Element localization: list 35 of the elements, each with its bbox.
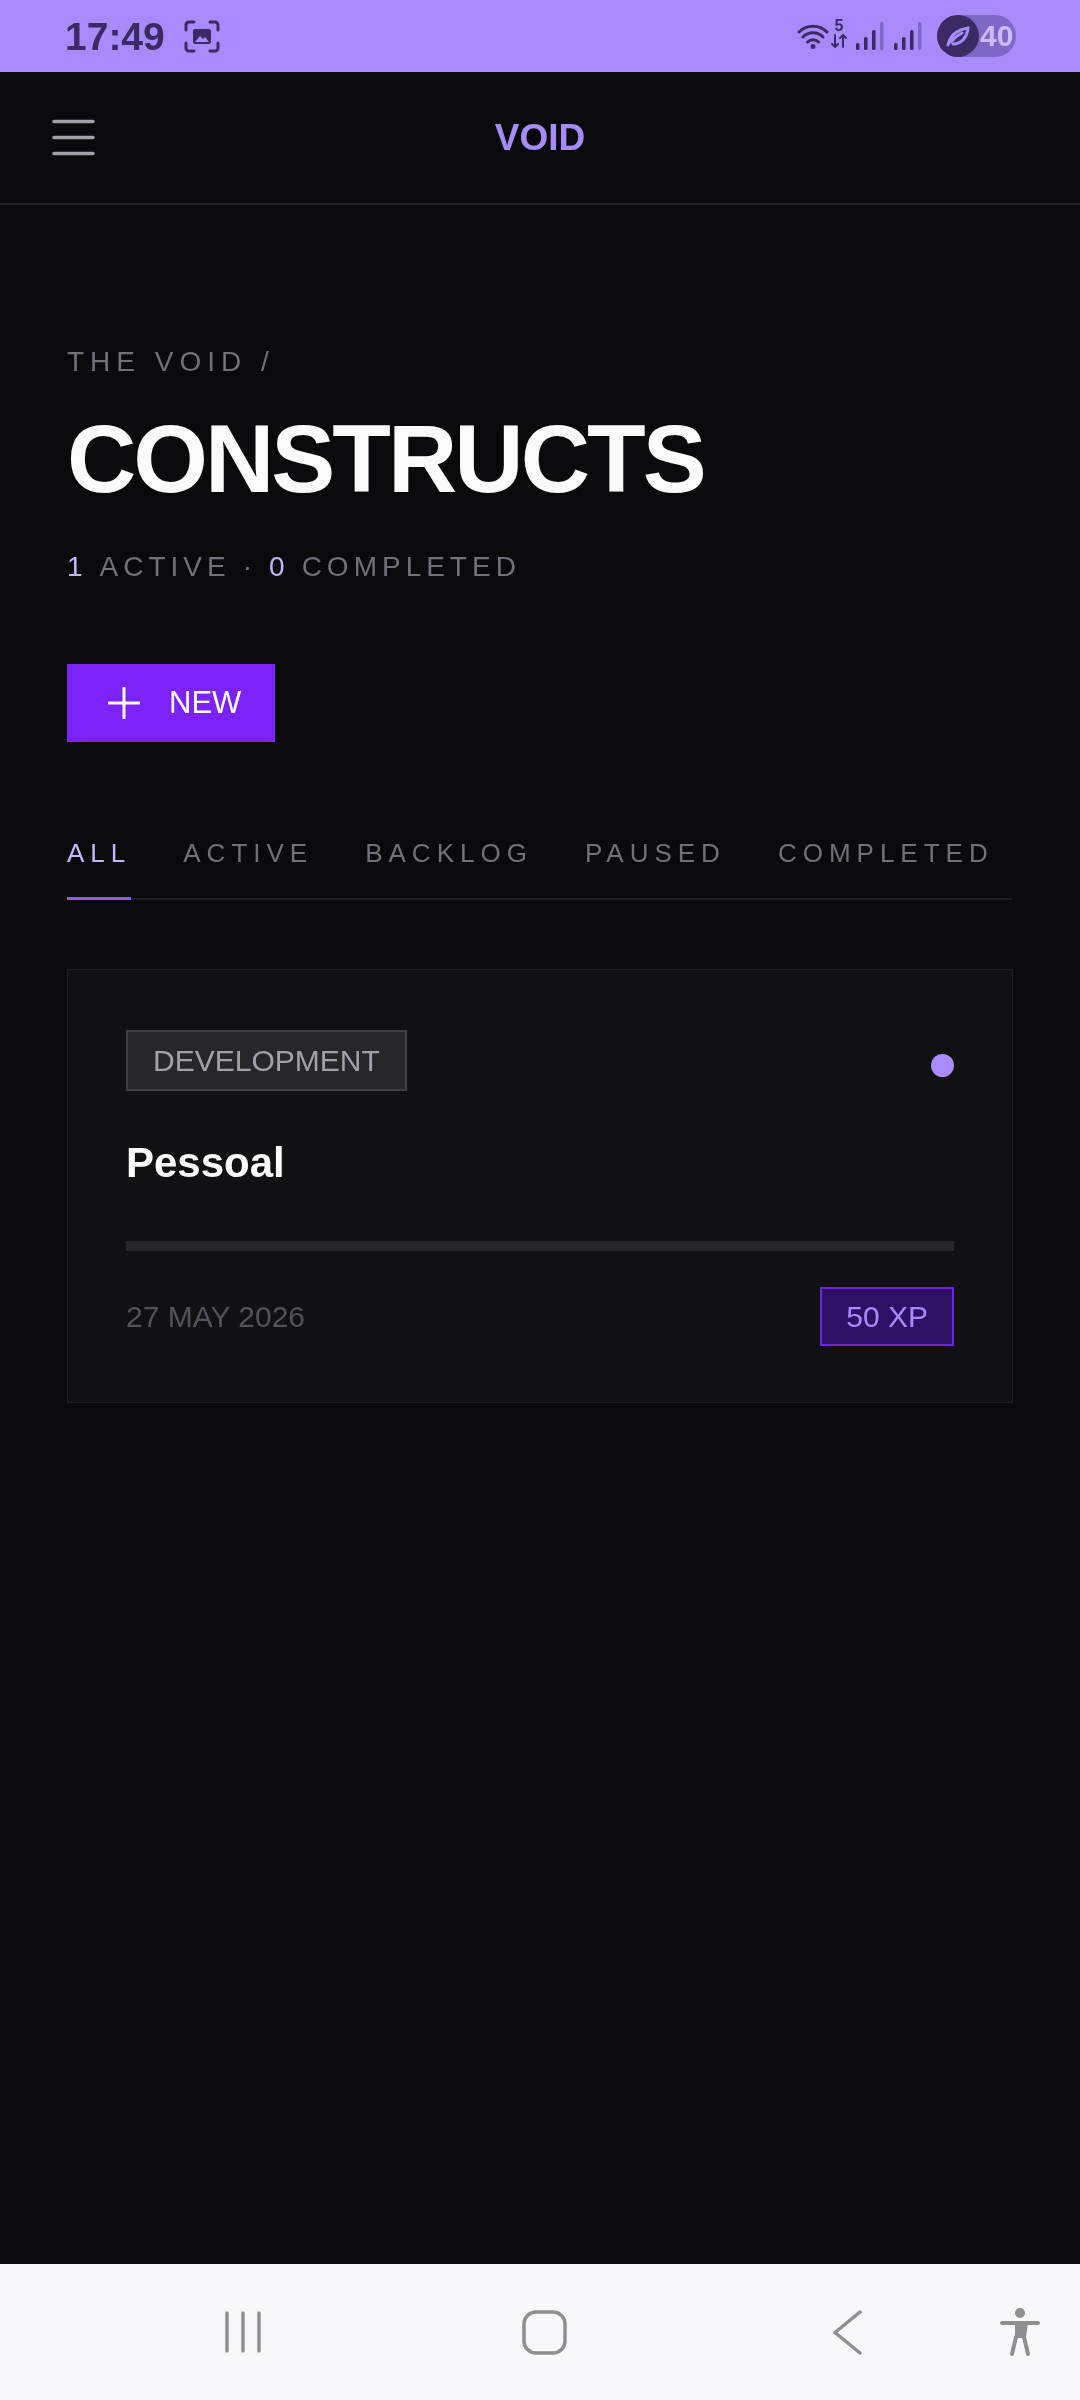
card-title: Pessoal (126, 1139, 285, 1187)
plus-icon (108, 687, 140, 719)
filter-tab[interactable]: COMPLETED (777, 838, 994, 900)
network-type-label: 5 (834, 19, 844, 33)
recent-apps-icon[interactable] (224, 2311, 262, 2353)
filter-tab[interactable]: ALL (67, 838, 132, 900)
transfer-arrows-icon (831, 33, 847, 49)
battery-level-text: 40 (980, 21, 1014, 51)
stat-count: 1 (67, 551, 88, 583)
menu-icon (52, 119, 95, 156)
project-card[interactable]: DEVELOPMENT Pessoal 27 MAY 2026 50 XP (67, 969, 1013, 1403)
menu-button[interactable] (52, 119, 95, 156)
wifi-icon (797, 23, 829, 49)
category-tag: DEVELOPMENT (126, 1030, 407, 1091)
page-title: CONSTRUCTS (67, 411, 704, 507)
xp-badge: 50 XP (820, 1287, 954, 1346)
filter-tab[interactable]: BACKLOG (365, 838, 533, 900)
filter-tab[interactable]: ACTIVE (183, 838, 314, 900)
breadcrumb: THE VOID / (67, 346, 275, 378)
card-date: 27 MAY 2026 (126, 1299, 306, 1334)
new-button[interactable]: NEW (67, 664, 276, 742)
signal-icon (855, 21, 885, 51)
leaf-icon (937, 15, 979, 57)
filter-tab[interactable]: PAUSED (584, 838, 726, 900)
stat-label: ACTIVE (99, 551, 231, 583)
app-title: VOID (494, 119, 586, 156)
stat-count: 0 (269, 551, 290, 583)
home-icon[interactable] (522, 2309, 567, 2355)
image-frame-icon (183, 19, 220, 53)
signal-icon (893, 21, 923, 51)
back-icon[interactable] (833, 2309, 862, 2355)
accessibility-icon[interactable] (1000, 2308, 1040, 2356)
status-time: 17:49 (65, 16, 165, 56)
stats-separator: · (242, 551, 258, 583)
stat-label: COMPLETED (301, 551, 521, 583)
